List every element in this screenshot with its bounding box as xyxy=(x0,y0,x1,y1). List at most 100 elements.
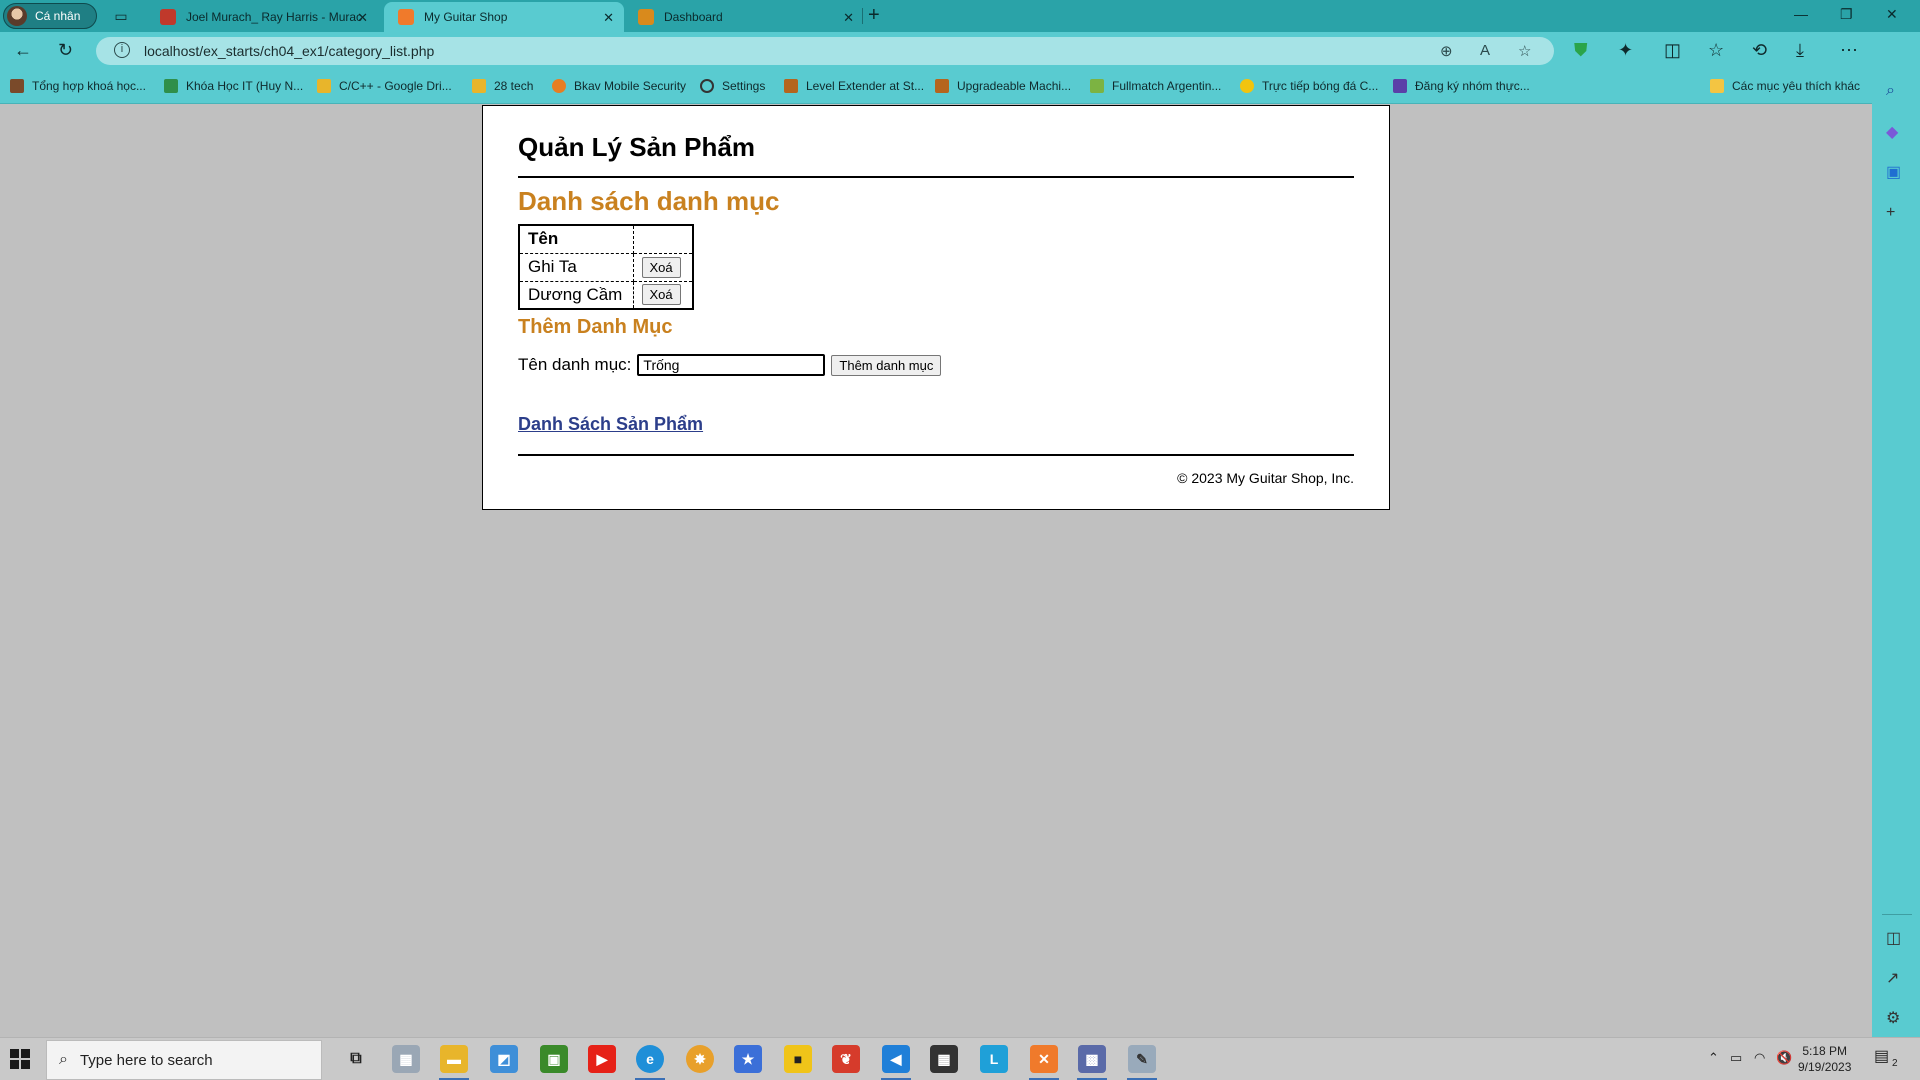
split-screen-icon[interactable]: ◫ xyxy=(1664,40,1681,61)
read-aloud-icon[interactable]: A xyxy=(1480,42,1490,59)
search-icon[interactable]: ⌕ xyxy=(1886,82,1895,100)
category-table: Tên Ghi Ta Xoá Dương Cầm Xoá xyxy=(518,224,694,310)
back-icon[interactable]: ← xyxy=(14,40,32,61)
profile-button[interactable]: Cá nhân xyxy=(3,3,97,29)
favorite-star-icon[interactable]: ☆ xyxy=(1518,42,1531,60)
category-name-input[interactable] xyxy=(637,354,826,376)
tab-pdf[interactable]: Joel Murach_ Ray Harris - Murac ✕ xyxy=(146,2,378,32)
outlook-icon[interactable]: ▣ xyxy=(1886,162,1901,182)
edge-sidebar: ⌕ ◆ ▣ + ◫ ↗ ⚙ xyxy=(1872,32,1920,1037)
download-icon[interactable]: ⤓ xyxy=(1796,40,1804,61)
youtube-icon[interactable]: ▶ xyxy=(588,1045,616,1073)
page-header: Quản Lý Sản Phẩm xyxy=(518,126,1354,178)
extensions-icon[interactable]: ✦ xyxy=(1618,40,1633,61)
column-header-action xyxy=(632,224,694,254)
bookmark-item[interactable]: Level Extender at St... xyxy=(784,79,924,93)
action-cell: Xoá xyxy=(632,252,694,282)
action-cell: Xoá xyxy=(632,280,694,310)
delete-button[interactable]: Xoá xyxy=(641,256,681,278)
copyright-text: © 2023 My Guitar Shop, Inc. xyxy=(1177,470,1354,486)
bookmark-item[interactable]: Bkav Mobile Security xyxy=(552,79,686,93)
close-icon[interactable]: ✕ xyxy=(843,10,854,26)
notification-count: 2 xyxy=(1892,1058,1898,1069)
app-icon[interactable]: ■ xyxy=(784,1045,812,1073)
folder-icon xyxy=(1710,79,1724,93)
wifi-icon[interactable]: ◠ xyxy=(1754,1050,1765,1066)
shopping-icon[interactable]: ◆ xyxy=(1886,122,1898,142)
bookmark-item[interactable]: Settings xyxy=(700,79,765,93)
bookmark-item[interactable]: Đăng ký nhóm thực... xyxy=(1393,79,1530,93)
add-icon[interactable]: + xyxy=(1886,204,1895,222)
gallery-icon[interactable]: ▩ xyxy=(1078,1045,1106,1073)
pdf-icon xyxy=(160,9,176,25)
open-external-icon[interactable]: ↗ xyxy=(1886,968,1899,988)
l-app-icon[interactable]: L xyxy=(980,1045,1008,1073)
photos-icon[interactable]: ▦ xyxy=(392,1045,420,1073)
history-icon[interactable]: ⟲ xyxy=(1752,40,1767,61)
star-app-icon[interactable]: ★ xyxy=(734,1045,762,1073)
tab-actions-icon[interactable]: ▭ xyxy=(108,6,134,26)
bookmark-item[interactable]: Tổng hợp khoá học... xyxy=(10,79,146,93)
search-icon: ⌕ xyxy=(59,1051,68,1068)
snip-icon[interactable]: ◩ xyxy=(490,1045,518,1073)
restore-icon[interactable]: ❐ xyxy=(1840,6,1853,23)
notification-icon[interactable]: ▤ xyxy=(1874,1046,1889,1066)
bookmark-icon xyxy=(10,79,24,93)
flame-icon[interactable]: ❦ xyxy=(832,1045,860,1073)
tab-title: Joel Murach_ Ray Harris - Murac xyxy=(186,10,363,24)
vscode-icon[interactable]: ◀ xyxy=(882,1045,910,1073)
bookmark-item[interactable]: Khóa Học IT (Huy N... xyxy=(164,79,303,93)
clock[interactable]: 5:18 PM 9/19/2023 xyxy=(1798,1043,1851,1075)
page-footer: © 2023 My Guitar Shop, Inc. xyxy=(518,454,1354,486)
add-category-title: Thêm Danh Mục xyxy=(518,316,673,338)
avatar xyxy=(7,6,27,26)
minecraft-icon[interactable]: ▣ xyxy=(540,1045,568,1073)
category-list-title: Danh sách danh mục xyxy=(518,186,780,216)
game-icon[interactable]: ✸ xyxy=(686,1045,714,1073)
close-window-icon[interactable]: ✕ xyxy=(1886,6,1898,23)
bookmark-item[interactable]: Fullmatch Argentin... xyxy=(1090,79,1221,93)
favorites-icon[interactable]: ☆ xyxy=(1708,40,1724,61)
delete-button[interactable]: Xoá xyxy=(641,284,681,306)
bookmark-item[interactable]: Upgradeable Machi... xyxy=(935,79,1071,93)
form-icon xyxy=(1393,79,1407,93)
bkav-icon xyxy=(552,79,566,93)
bookmark-item[interactable]: 28 tech xyxy=(472,79,533,93)
shield-icon[interactable]: ⛊ xyxy=(1574,40,1588,61)
bookmark-folder[interactable]: Các mục yêu thích khác xyxy=(1710,79,1860,93)
address-bar[interactable]: i localhost/ex_starts/ch04_ex1/category_… xyxy=(96,37,1554,65)
taskbar-search[interactable]: ⌕ Type here to search xyxy=(46,1040,322,1080)
product-list-link[interactable]: Danh Sách Sản Phẩm xyxy=(518,414,703,435)
close-icon[interactable]: ✕ xyxy=(357,10,368,26)
windows-start-icon[interactable] xyxy=(10,1049,30,1069)
edge-icon[interactable]: e xyxy=(636,1045,664,1073)
xampp-icon[interactable]: ✕ xyxy=(1030,1045,1058,1073)
profile-label: Cá nhân xyxy=(35,9,81,23)
chevron-up-icon[interactable]: ⌃ xyxy=(1708,1050,1719,1066)
new-tab-icon[interactable]: + xyxy=(868,4,880,27)
page-viewport: Quản Lý Sản Phẩm Danh sách danh mục Tên … xyxy=(0,105,1872,1037)
info-icon[interactable]: i xyxy=(114,42,130,58)
add-category-button[interactable]: Thêm danh mục xyxy=(831,354,942,376)
battery-icon[interactable]: ▭ xyxy=(1730,1050,1742,1066)
bookmark-icon xyxy=(784,79,798,93)
gear-icon[interactable]: ⚙ xyxy=(1886,1008,1900,1028)
bookmark-item[interactable]: C/C++ - Google Dri... xyxy=(317,79,452,93)
task-view-icon[interactable]: ⧉ xyxy=(342,1045,370,1073)
volume-muted-icon[interactable]: 🔇 xyxy=(1776,1050,1792,1066)
close-icon[interactable]: ✕ xyxy=(603,10,614,26)
bookmark-item[interactable]: Trực tiếp bóng đá C... xyxy=(1240,79,1378,93)
sidebar-toggle-icon[interactable]: ◫ xyxy=(1886,928,1901,948)
more-icon[interactable]: ⋯ xyxy=(1840,40,1858,61)
tab-dashboard[interactable]: Dashboard ✕ xyxy=(624,2,864,32)
zoom-icon[interactable]: ⊕ xyxy=(1440,42,1453,60)
tab-title: My Guitar Shop xyxy=(424,10,508,24)
minecraft-launcher-icon[interactable]: ▦ xyxy=(930,1045,958,1073)
file-explorer-icon[interactable]: ▬ xyxy=(440,1045,468,1073)
tab-my-guitar-shop[interactable]: My Guitar Shop ✕ xyxy=(384,2,624,32)
minimize-icon[interactable]: — xyxy=(1794,6,1808,22)
search-placeholder: Type here to search xyxy=(79,1051,213,1069)
refresh-icon[interactable]: ↻ xyxy=(58,40,73,61)
paint-icon[interactable]: ✎ xyxy=(1128,1045,1156,1073)
google-drive-icon xyxy=(317,79,331,93)
